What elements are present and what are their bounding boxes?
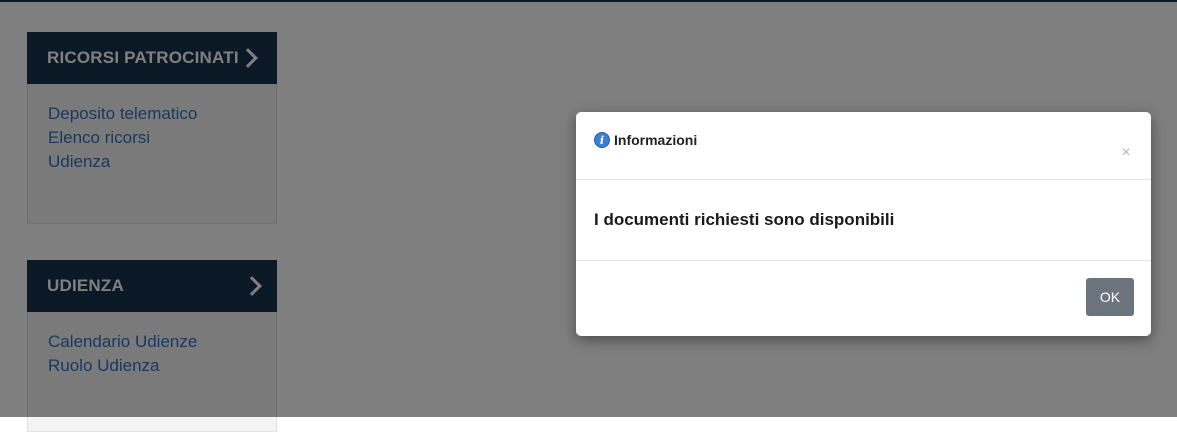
dialog-title-text: Informazioni — [614, 132, 698, 148]
dialog-body: I documenti richiesti sono disponibili — [576, 180, 1151, 261]
info-dialog: i Informazioni × I documenti richiesti s… — [576, 112, 1151, 336]
ok-button[interactable]: OK — [1086, 278, 1134, 316]
dialog-message: I documenti richiesti sono disponibili — [594, 210, 895, 229]
dialog-footer: OK — [576, 261, 1151, 336]
dialog-title: i Informazioni — [594, 132, 697, 148]
close-icon[interactable]: × — [1119, 145, 1133, 161]
dialog-header: i Informazioni × — [576, 112, 1151, 180]
info-icon: i — [594, 132, 610, 148]
